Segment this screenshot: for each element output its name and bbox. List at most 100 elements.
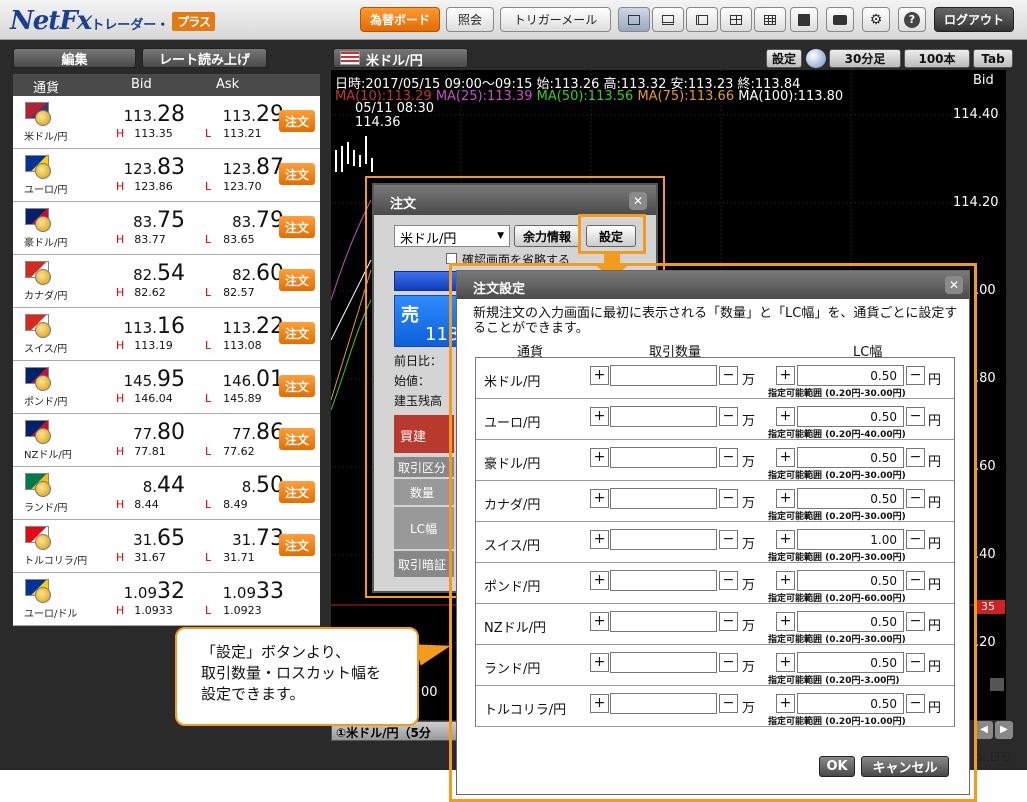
chart-settings-button[interactable]: 設定	[766, 49, 802, 68]
layout-columns-icon[interactable]	[686, 7, 718, 32]
order-button[interactable]: 注文	[279, 269, 315, 291]
rate-row[interactable]: スイス/円 113.16 113.22 H 113.19 L 113.08 注文	[13, 308, 320, 361]
board-button[interactable]: 為替ボード	[360, 7, 440, 32]
layout-single-icon[interactable]	[618, 7, 650, 32]
lc-minus-button[interactable]: −	[906, 694, 925, 713]
settings-close-icon[interactable]: ✕	[945, 276, 963, 294]
scrollbar[interactable]	[990, 678, 1004, 691]
lc-minus-button[interactable]: −	[906, 407, 925, 426]
lc-minus-button[interactable]: −	[906, 571, 925, 590]
lc-plus-button[interactable]: +	[776, 407, 795, 426]
inquiry-button[interactable]: 照会	[446, 7, 494, 32]
order-button[interactable]: 注文	[279, 534, 315, 556]
lc-input[interactable]: 0.50	[797, 447, 904, 468]
lc-input[interactable]: 0.50	[797, 406, 904, 427]
lc-plus-button[interactable]: +	[776, 653, 795, 672]
order-button[interactable]: 注文	[279, 110, 315, 132]
edit-button[interactable]: 編集	[13, 48, 136, 68]
qty-plus-button[interactable]: +	[590, 530, 609, 549]
help-icon[interactable]: ?	[898, 7, 926, 32]
trigger-mail-button[interactable]: トリガーメール	[500, 7, 611, 32]
qty-input[interactable]	[610, 406, 717, 427]
chart-tab-button[interactable]: Tab	[973, 49, 1013, 68]
qty-plus-button[interactable]: +	[590, 489, 609, 508]
rate-row[interactable]: ランド/円 8.44 8.50 H 8.44 L 8.49 注文	[13, 467, 320, 520]
ok-button[interactable]: OK	[819, 756, 855, 777]
qty-plus-button[interactable]: +	[590, 694, 609, 713]
lc-input[interactable]: 0.50	[797, 693, 904, 714]
qty-minus-button[interactable]: −	[719, 489, 738, 508]
draw-tool-icon[interactable]	[806, 49, 826, 68]
save-icon[interactable]	[790, 7, 818, 32]
order-button[interactable]: 注文	[279, 216, 315, 238]
lc-plus-button[interactable]: +	[776, 694, 795, 713]
order-button[interactable]: 注文	[279, 322, 315, 344]
qty-plus-button[interactable]: +	[590, 612, 609, 631]
lc-plus-button[interactable]: +	[776, 571, 795, 590]
next-tab-icon[interactable]: ▶	[995, 721, 1013, 739]
lc-plus-button[interactable]: +	[776, 530, 795, 549]
qty-plus-button[interactable]: +	[590, 407, 609, 426]
qty-minus-button[interactable]: −	[719, 530, 738, 549]
lc-minus-button[interactable]: −	[906, 489, 925, 508]
rate-row[interactable]: ポンド/円 145.95 146.01 H 146.04 L 145.89 注文	[13, 361, 320, 414]
layout-grid9-icon[interactable]	[754, 7, 786, 32]
qty-minus-button[interactable]: −	[719, 612, 738, 631]
qty-plus-button[interactable]: +	[590, 653, 609, 672]
prev-tab-icon[interactable]: ◀	[975, 721, 993, 739]
cancel-button[interactable]: キャンセル	[861, 756, 949, 777]
rate-row[interactable]: 豪ドル/円 83.75 83.79 H 83.77 L 83.65 注文	[13, 202, 320, 255]
qty-input[interactable]	[610, 570, 717, 591]
order-button[interactable]: 注文	[279, 375, 315, 397]
rate-row[interactable]: ユーロ/円 123.83 123.87 H 123.86 L 123.70 注文	[13, 149, 320, 202]
order-button[interactable]: 注文	[279, 481, 315, 503]
qty-plus-button[interactable]: +	[590, 571, 609, 590]
rate-row[interactable]: 米ドル/円 113.28 113.29 H 113.35 L 113.21 注文	[13, 96, 320, 149]
lc-minus-button[interactable]: −	[906, 653, 925, 672]
period-button[interactable]: 30分足	[829, 49, 901, 68]
lc-minus-button[interactable]: −	[906, 530, 925, 549]
rate-row[interactable]: NZドル/円 77.80 77.86 H 77.81 L 77.62 注文	[13, 414, 320, 467]
lc-input[interactable]: 0.50	[797, 611, 904, 632]
rate-row[interactable]: ユーロ/ドル 1.0932 1.0933 H 1.0933 L 1.0923	[13, 573, 320, 626]
lc-minus-button[interactable]: −	[906, 612, 925, 631]
qty-input[interactable]	[610, 611, 717, 632]
qty-input[interactable]	[610, 529, 717, 550]
lc-plus-button[interactable]: +	[776, 489, 795, 508]
qty-input[interactable]	[610, 365, 717, 386]
layout-grid-icon[interactable]	[720, 7, 752, 32]
print-icon[interactable]	[826, 7, 854, 32]
order-button[interactable]: 注文	[279, 428, 315, 450]
layout-rows-icon[interactable]	[652, 7, 684, 32]
lc-input[interactable]: 1.00	[797, 529, 904, 550]
qty-minus-button[interactable]: −	[719, 407, 738, 426]
lc-input[interactable]: 0.50	[797, 488, 904, 509]
lc-input[interactable]: 0.50	[797, 365, 904, 386]
qty-plus-button[interactable]: +	[590, 366, 609, 385]
qty-minus-button[interactable]: −	[719, 366, 738, 385]
qty-input[interactable]	[610, 652, 717, 673]
bars-count-button[interactable]: 100本	[904, 49, 970, 68]
qty-minus-button[interactable]: −	[719, 448, 738, 467]
order-button[interactable]: 注文	[279, 163, 315, 185]
logout-button[interactable]: ログアウト	[934, 7, 1014, 32]
qty-minus-button[interactable]: −	[719, 694, 738, 713]
read-rates-button[interactable]: レート読み上げ	[142, 48, 267, 68]
rate-row[interactable]: カナダ/円 82.54 82.60 H 82.62 L 82.57 注文	[13, 255, 320, 308]
qty-input[interactable]	[610, 693, 717, 714]
rate-row[interactable]: トルコリラ/円 31.65 31.73 H 31.67 L 31.71 注文	[13, 520, 320, 573]
lc-plus-button[interactable]: +	[776, 366, 795, 385]
lc-input[interactable]: 0.50	[797, 570, 904, 591]
qty-minus-button[interactable]: −	[719, 653, 738, 672]
qty-input[interactable]	[610, 488, 717, 509]
qty-plus-button[interactable]: +	[590, 448, 609, 467]
lc-input[interactable]: 0.50	[797, 652, 904, 673]
lc-plus-button[interactable]: +	[776, 448, 795, 467]
gear-icon[interactable]: ⚙	[862, 7, 890, 32]
lc-plus-button[interactable]: +	[776, 612, 795, 631]
qty-input[interactable]	[610, 447, 717, 468]
lc-range: 指定可能範囲 (0.20円-30.00円)	[768, 389, 906, 399]
lc-minus-button[interactable]: −	[906, 366, 925, 385]
qty-minus-button[interactable]: −	[719, 571, 738, 590]
lc-minus-button[interactable]: −	[906, 448, 925, 467]
